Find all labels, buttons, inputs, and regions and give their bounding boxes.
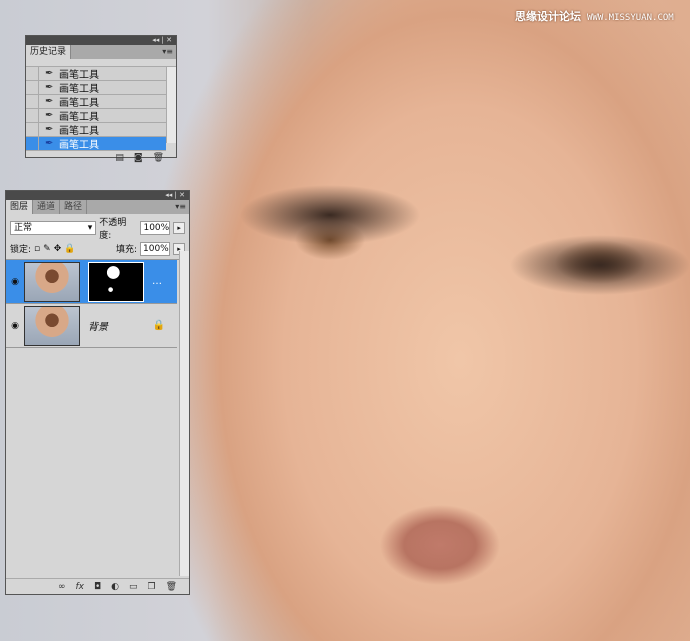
opacity-label: 不透明度:: [99, 218, 127, 241]
tab-channels[interactable]: 通道: [33, 200, 61, 214]
snapshot-source-checkbox[interactable]: [26, 95, 39, 108]
link-icon[interactable]: ∞: [58, 582, 66, 592]
history-item[interactable]: ✒ 画笔工具: [26, 67, 166, 81]
visibility-eye-icon[interactable]: ◉: [6, 277, 24, 287]
panel-titlebar[interactable]: ◂◂ | ✕: [6, 191, 189, 200]
layers-panel: ◂◂ | ✕ 图层 通道 路径 ▾≡ 正常 ▾ 不透明度: 100% ▸ 锁定: …: [5, 190, 190, 595]
group-icon[interactable]: ▭: [129, 582, 138, 592]
lock-all-icon[interactable]: 🔒: [64, 244, 75, 254]
panel-menu-icon[interactable]: ▾≡: [175, 200, 186, 214]
tab-history[interactable]: 历史记录: [26, 45, 72, 59]
watermark: 思缘设计论坛 WWW.MISSYUAN.COM: [515, 8, 674, 24]
history-item[interactable]: ✒ 画笔工具: [26, 137, 166, 151]
chevron-down-icon: ▾: [87, 223, 93, 233]
history-item-label: 画笔工具: [59, 84, 99, 95]
panel-menu-icon[interactable]: ▾≡: [162, 45, 173, 59]
fill-label: 填充:: [115, 245, 137, 255]
watermark-url: WWW.MISSYUAN.COM: [587, 13, 674, 23]
scrollbar[interactable]: [179, 251, 189, 576]
adjustment-icon[interactable]: ◐: [111, 582, 119, 592]
snapshot-source-checkbox[interactable]: [26, 109, 39, 122]
brush-icon: ✒: [45, 82, 54, 93]
layer-row[interactable]: ◉ 背景 🔒: [6, 304, 177, 348]
tab-layers[interactable]: 图层: [6, 200, 34, 214]
layer-thumbnail: [24, 261, 80, 302]
brush-icon: ✒: [45, 96, 54, 107]
tab-paths[interactable]: 路径: [60, 200, 88, 214]
lock-label: 锁定:: [10, 245, 32, 255]
snapshot-source-checkbox[interactable]: [26, 137, 39, 150]
snapshot-source-checkbox[interactable]: [26, 67, 39, 80]
layer-name[interactable]: 背景: [88, 318, 108, 333]
history-item-label: 画笔工具: [59, 98, 99, 109]
history-item-label: 画笔工具: [59, 126, 99, 137]
more-icon: …: [152, 276, 162, 287]
lock-transparency-icon[interactable]: ▫: [34, 244, 40, 254]
new-layer-icon[interactable]: ❐: [147, 582, 155, 592]
blend-mode-value: 正常: [14, 223, 33, 233]
layers-footer: ∞ fx ◘ ◐ ▭ ❐ 🗑: [6, 578, 189, 594]
history-item-label: 画笔工具: [59, 140, 99, 151]
history-item[interactable]: ✒ 画笔工具: [26, 81, 166, 95]
snapshot-source-checkbox[interactable]: [26, 81, 39, 94]
history-item[interactable]: ✒ 画笔工具: [26, 95, 166, 109]
brush-icon: ✒: [45, 124, 54, 135]
layer-mask-thumbnail[interactable]: [88, 261, 144, 302]
fill-input[interactable]: 100%: [140, 241, 170, 256]
history-item[interactable]: ✒ 画笔工具: [26, 123, 166, 137]
layer-row[interactable]: ◉ …: [6, 260, 177, 304]
visibility-eye-icon[interactable]: ◉: [6, 321, 24, 331]
panel-titlebar[interactable]: ◂◂ | ✕: [26, 36, 176, 45]
blend-mode-select[interactable]: 正常 ▾: [10, 221, 97, 235]
mask-icon[interactable]: ◘: [94, 582, 101, 592]
history-footer: ▤ ◙ 🗑: [26, 151, 176, 165]
watermark-text: 思缘设计论坛: [515, 10, 581, 23]
lock-move-icon[interactable]: ✥: [54, 244, 62, 254]
brush-icon: ✒: [45, 110, 54, 121]
history-item-label: 画笔工具: [59, 112, 99, 123]
layer-thumbnail: [24, 305, 80, 346]
opacity-slider-button[interactable]: ▸: [173, 222, 185, 234]
fx-icon[interactable]: fx: [75, 582, 84, 592]
history-item[interactable]: ✒ 画笔工具: [26, 109, 166, 123]
brush-icon: ✒: [45, 68, 54, 79]
snapshot-icon[interactable]: ◙: [134, 153, 143, 163]
opacity-input[interactable]: 100%: [140, 221, 171, 235]
trash-icon[interactable]: 🗑: [166, 582, 177, 592]
lock-brush-icon[interactable]: ✎: [43, 244, 51, 254]
new-document-icon[interactable]: ▤: [115, 153, 124, 163]
brush-icon: ✒: [45, 138, 54, 149]
history-panel: ◂◂ | ✕ 历史记录 ▾≡ ✒ 画笔工具 ✒ 画笔工具 ✒ 画笔工具 ✒ 画笔工具 ✒ 画笔工具 ✒…: [25, 35, 177, 163]
scrollbar[interactable]: [166, 67, 176, 143]
history-item-label: 画笔工具: [59, 70, 99, 81]
snapshot-source-checkbox[interactable]: [26, 123, 39, 136]
trash-icon[interactable]: 🗑: [153, 153, 164, 163]
lock-icon: 🔒: [152, 320, 165, 331]
